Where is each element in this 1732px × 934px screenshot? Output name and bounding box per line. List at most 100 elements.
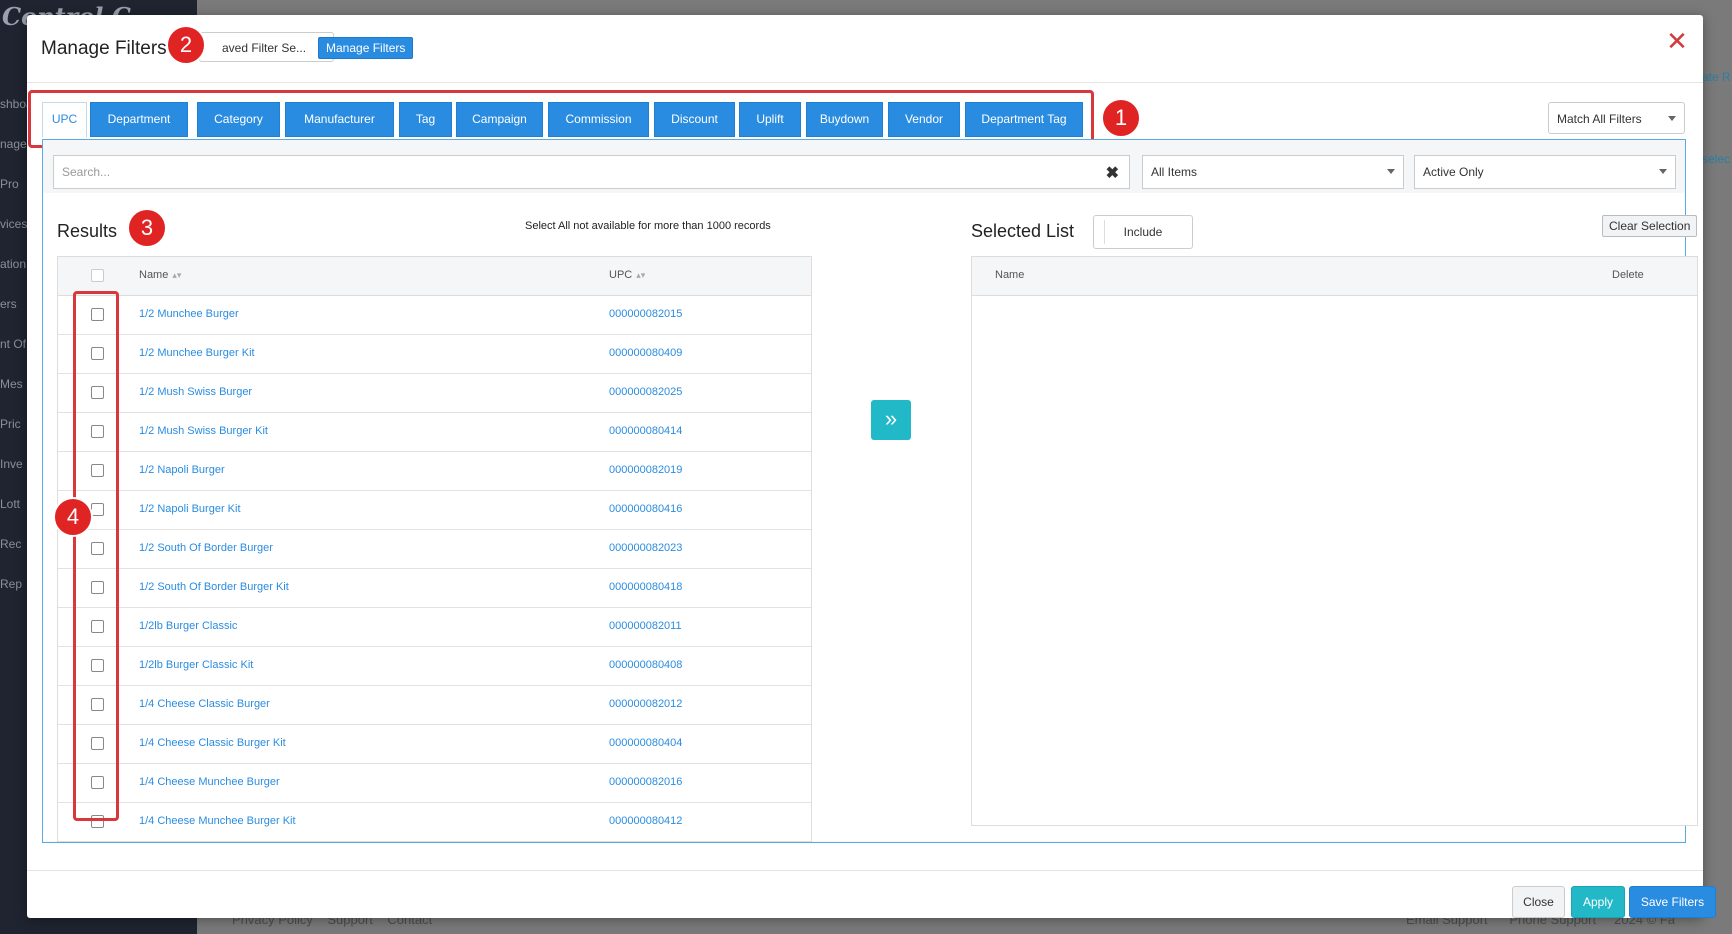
item-name-link[interactable]: 1/4 Cheese Classic Burger Kit (139, 737, 286, 749)
chevron-down-icon (1387, 169, 1395, 174)
tab-manufacturer[interactable]: Manufacturer (285, 102, 394, 137)
results-title: Results (57, 221, 118, 241)
sort-icon: ▴▾ (172, 270, 182, 280)
item-upc-link[interactable]: 000000082012 (609, 698, 682, 710)
table-row: 1/2 Napoli Burger 000000082019 (58, 452, 811, 491)
item-upc-link[interactable]: 000000080418 (609, 581, 682, 593)
clear-selection-button[interactable]: Clear Selection (1602, 215, 1698, 237)
close-button[interactable]: Close (1512, 886, 1565, 918)
items-select-value: All Items (1151, 165, 1198, 179)
item-upc-link[interactable]: 000000080409 (609, 347, 682, 359)
saved-filter-select-value: aved Filter Se... (222, 41, 307, 55)
results-table: Name ▴▾ UPC ▴▾ 1/2 Munchee Burger 000000082… (57, 256, 812, 842)
saved-filter-select[interactable]: aved Filter Se... (199, 32, 334, 62)
item-upc-link[interactable]: 000000082025 (609, 386, 682, 398)
results-table-header: Name ▴▾ UPC ▴▾ (58, 257, 811, 296)
match-filters-select[interactable]: Match All Filters (1548, 102, 1685, 134)
table-row: 1/2 South Of Border Burger Kit 0000000804… (58, 569, 811, 608)
sort-icon: ▴▾ (636, 270, 646, 280)
item-name-link[interactable]: 1/2 Napoli Burger (139, 464, 225, 476)
background-nav-item: Rec (0, 537, 22, 551)
close-icon[interactable]: ✕ (1665, 28, 1689, 54)
tab-commission[interactable]: Commission (548, 102, 649, 137)
callout-box-checkboxes (73, 291, 119, 821)
search-placeholder: Search... (62, 165, 111, 179)
item-upc-link[interactable]: 000000082015 (609, 308, 682, 320)
upc-header-label: UPC (609, 269, 633, 281)
table-row: 1/2 South Of Border Burger 000000082023 (58, 530, 811, 569)
tab-vendor[interactable]: Vendor (888, 102, 960, 137)
item-name-link[interactable]: 1/2 Napoli Burger Kit (139, 503, 241, 515)
background-nav-item: Pro (0, 177, 19, 191)
upc-column-header[interactable]: UPC ▴▾ (609, 269, 645, 281)
item-name-link[interactable]: 1/2 South Of Border Burger (139, 542, 273, 554)
tab-tag[interactable]: Tag (399, 102, 452, 137)
move-to-selected-button[interactable]: » (871, 400, 911, 440)
tab-discount[interactable]: Discount (654, 102, 735, 137)
save-filters-button[interactable]: Save Filters (1629, 886, 1716, 918)
table-row: 1/2lb Burger Classic Kit 000000080408 (58, 647, 811, 686)
item-upc-link[interactable]: 000000080412 (609, 815, 682, 827)
selected-list-title: Selected List (971, 221, 1075, 241)
callout-badge-4: 4 (53, 497, 93, 537)
item-upc-link[interactable]: 000000080404 (609, 737, 682, 749)
background-right-text-1: ate R (1702, 70, 1731, 84)
item-upc-link[interactable]: 000000080414 (609, 425, 682, 437)
selected-delete-header: Delete (1612, 269, 1644, 281)
background-nav-item: vices (0, 217, 28, 231)
table-row: 1/4 Cheese Munchee Burger 000000082016 (58, 764, 811, 803)
selected-list-table: Name Delete (971, 256, 1698, 826)
item-upc-link[interactable]: 000000082019 (609, 464, 682, 476)
tab-campaign[interactable]: Campaign (456, 102, 543, 137)
table-row: 1/2 Napoli Burger Kit 000000080416 (58, 491, 811, 530)
item-upc-link[interactable]: 000000080408 (609, 659, 682, 671)
item-name-link[interactable]: 1/2 Mush Swiss Burger Kit (139, 425, 268, 437)
table-row: 1/2 Munchee Burger 000000082015 (58, 296, 811, 335)
table-row: 1/2lb Burger Classic 000000082011 (58, 608, 811, 647)
tab-department[interactable]: Department (90, 102, 188, 137)
background-right-text-2: selec (1702, 152, 1731, 166)
item-name-link[interactable]: 1/2 Munchee Burger (139, 308, 239, 320)
background-nav-item: ation (0, 257, 27, 271)
tab-buydown[interactable]: Buydown (806, 102, 883, 137)
name-header-label: Name (139, 269, 169, 281)
status-select-value: Active Only (1423, 165, 1484, 179)
background-nav-item: Pric (0, 417, 21, 431)
item-upc-link[interactable]: 000000082011 (609, 620, 682, 632)
item-name-link[interactable]: 1/2 Mush Swiss Burger (139, 386, 252, 398)
double-chevron-right-icon: » (884, 406, 898, 431)
manage-filters-modal: Manage Filters aved Filter Se... Manage … (27, 15, 1716, 918)
item-name-link[interactable]: 1/2 South Of Border Burger Kit (139, 581, 289, 593)
callout-badge-2: 2 (166, 25, 206, 65)
include-button[interactable]: Include (1093, 215, 1193, 249)
item-name-link[interactable]: 1/2lb Burger Classic Kit (139, 659, 253, 671)
callout-badge-1: 1 (1101, 98, 1141, 138)
search-input[interactable]: Search... ✖ (53, 155, 1130, 189)
tab-uplift[interactable]: Uplift (739, 102, 801, 137)
apply-button[interactable]: Apply (1571, 886, 1625, 918)
tab-department-tag[interactable]: Department Tag (965, 102, 1083, 137)
item-upc-link[interactable]: 000000082023 (609, 542, 682, 554)
manage-filters-button[interactable]: Manage Filters (318, 37, 414, 59)
selected-list-header: Name Delete (972, 257, 1697, 296)
item-upc-link[interactable]: 000000082016 (609, 776, 682, 788)
name-column-header[interactable]: Name ▴▾ (139, 269, 181, 281)
item-name-link[interactable]: 1/4 Cheese Classic Burger (139, 698, 270, 710)
tab-upc[interactable]: UPC (42, 102, 87, 138)
table-row: 1/2 Mush Swiss Burger Kit 000000080414 (58, 413, 811, 452)
item-name-link[interactable]: 1/2 Munchee Burger Kit (139, 347, 255, 359)
table-row: 1/4 Cheese Classic Burger 000000082012 (58, 686, 811, 725)
tab-category[interactable]: Category (197, 102, 280, 137)
background-nav-item: Rep (0, 577, 23, 591)
callout-badge-3: 3 (127, 208, 167, 248)
select-all-checkbox[interactable] (91, 269, 104, 282)
status-select[interactable]: Active Only (1414, 155, 1676, 189)
items-select[interactable]: All Items (1142, 155, 1404, 189)
item-name-link[interactable]: 1/4 Cheese Munchee Burger Kit (139, 815, 296, 827)
background-nav-item: Mes (0, 377, 23, 391)
clear-search-icon[interactable]: ✖ (1106, 163, 1119, 183)
item-upc-link[interactable]: 000000080416 (609, 503, 682, 515)
item-name-link[interactable]: 1/2lb Burger Classic (139, 620, 237, 632)
item-name-link[interactable]: 1/4 Cheese Munchee Burger (139, 776, 280, 788)
table-row: 1/2 Mush Swiss Burger 000000082025 (58, 374, 811, 413)
